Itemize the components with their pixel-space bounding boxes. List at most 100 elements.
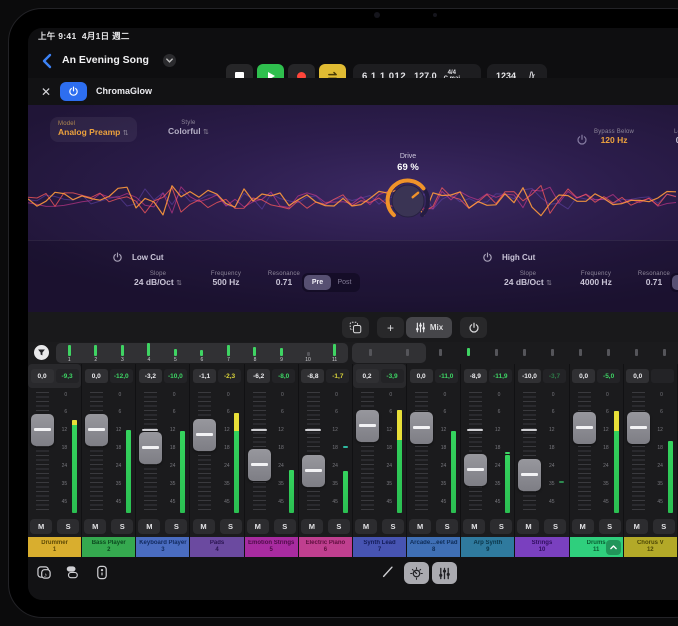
high-cut-pre-button[interactable]: Pre [672, 275, 678, 290]
track-name-tile[interactable]: Electric Piano6 [299, 537, 352, 557]
volume-value[interactable]: -8,8 [301, 369, 324, 383]
model-selector[interactable]: Model Analog Preamp ⇅ [50, 117, 137, 142]
volume-value[interactable]: -10,0 [518, 369, 541, 383]
volume-fader[interactable] [627, 412, 650, 444]
mute-button[interactable]: M [626, 519, 648, 534]
io-connector-button[interactable] [94, 564, 110, 580]
mute-button[interactable]: M [355, 519, 377, 534]
low-cut-frequency[interactable]: Frequency 500 Hz [198, 271, 254, 287]
low-cut-power-icon[interactable] [112, 252, 123, 263]
mute-button[interactable]: M [517, 519, 539, 534]
high-cut-slope[interactable]: Slope 24 dB/Oct ⇅ [498, 271, 558, 287]
solo-button[interactable]: S [544, 519, 566, 534]
volume-fader[interactable] [464, 454, 487, 486]
filter-tracks-button[interactable] [34, 345, 49, 360]
track-name-tile[interactable]: Arcade…eet Pad8 [407, 537, 460, 557]
plugin-close-button[interactable]: ✕ [38, 84, 54, 100]
volume-fader[interactable] [193, 419, 216, 451]
bypass-power-icon[interactable] [576, 134, 588, 146]
add-track-button[interactable]: + [377, 317, 404, 338]
back-icon[interactable] [40, 53, 54, 69]
fader-ruler [415, 392, 428, 511]
mute-solo-row: MS [624, 516, 677, 537]
volume-value[interactable]: 0,0 [410, 369, 433, 383]
volume-value[interactable]: 0,0 [572, 369, 595, 383]
track-name-tile[interactable]: Bass Player2 [82, 537, 135, 557]
high-cut-power-icon[interactable] [482, 252, 493, 263]
volume-fader[interactable] [356, 410, 379, 442]
song-title[interactable]: An Evening Song [62, 54, 149, 66]
track-name-tile[interactable]: Emotion Strings5 [245, 537, 298, 557]
volume-fader[interactable] [518, 459, 541, 491]
mute-button[interactable]: M [301, 519, 323, 534]
low-cut-post-button[interactable]: Post [331, 275, 358, 290]
volume-fader[interactable] [410, 412, 433, 444]
track-name-tile[interactable]: Drums11 [570, 537, 623, 557]
solo-button[interactable]: S [220, 519, 242, 534]
bypass-below-control[interactable]: Bypass Below 120 Hz [594, 129, 634, 145]
db-scale-label: 35 [163, 481, 175, 487]
solo-button[interactable]: S [274, 519, 296, 534]
volume-value[interactable]: -8,9 [464, 369, 487, 383]
solo-button[interactable]: S [653, 519, 675, 534]
mute-button[interactable]: M [30, 519, 52, 534]
mixer-power-button[interactable] [460, 317, 487, 338]
mute-button[interactable]: M [409, 519, 431, 534]
volume-fader[interactable] [573, 412, 596, 444]
mute-button[interactable]: M [84, 519, 106, 534]
track-name-tile[interactable]: Pads4 [190, 537, 243, 557]
high-cut-title: High Cut [502, 253, 535, 262]
volume-value[interactable]: 0,0 [85, 369, 108, 383]
volume-fader[interactable] [248, 449, 271, 481]
drive-knob[interactable] [385, 178, 431, 224]
mix-view-button[interactable]: Mix [406, 317, 452, 338]
volume-fader[interactable] [31, 414, 54, 446]
track-name-tile[interactable]: Strings10 [515, 537, 568, 557]
volume-fader[interactable] [139, 432, 162, 464]
solo-button[interactable]: S [57, 519, 79, 534]
controls-view-button[interactable] [404, 562, 429, 584]
track-name-tile[interactable]: Arp Synth9 [461, 537, 514, 557]
mute-button[interactable]: M [247, 519, 269, 534]
solo-button[interactable]: S [111, 519, 133, 534]
track-name-tile[interactable]: Drummer1 [28, 537, 81, 557]
volume-value[interactable]: -3,2 [139, 369, 162, 383]
loop-browser-button[interactable]: ♪ [36, 564, 52, 580]
low-cut-slope[interactable]: Slope 24 dB/Oct ⇅ [128, 271, 188, 287]
solo-button[interactable]: S [328, 519, 350, 534]
solo-button[interactable]: S [599, 519, 621, 534]
plugins-browser-button[interactable] [64, 564, 80, 580]
overview-window-2[interactable] [352, 343, 426, 363]
song-menu-chevron[interactable] [163, 54, 176, 67]
mixer-strip: 0,0-12,0061218243545MSBass Player2 [82, 364, 136, 557]
mute-button[interactable]: M [138, 519, 160, 534]
solo-button[interactable]: S [436, 519, 458, 534]
track-name-tile[interactable]: Keyboard Player3 [136, 537, 189, 557]
overview-window[interactable]: 1234567891011 [56, 343, 348, 363]
mute-button[interactable]: M [463, 519, 485, 534]
level-control[interactable]: Level 0.0 [674, 129, 678, 145]
solo-button[interactable]: S [165, 519, 187, 534]
volume-value[interactable]: -1,1 [193, 369, 216, 383]
volume-value[interactable]: 0,0 [31, 369, 54, 383]
volume-value[interactable]: 0,2 [356, 369, 379, 383]
expand-track-button[interactable] [606, 540, 621, 555]
volume-value[interactable]: 0,0 [626, 369, 649, 383]
faders-view-button[interactable] [432, 562, 457, 584]
volume-fader[interactable] [302, 455, 325, 487]
track-name-tile[interactable]: Chorus V12 [624, 537, 677, 557]
zero-db-tick [521, 429, 537, 431]
duplicate-button[interactable] [342, 317, 369, 338]
track-name-tile[interactable]: Synth Lead7 [353, 537, 406, 557]
high-cut-frequency[interactable]: Frequency 4000 Hz [568, 271, 624, 287]
plugin-power-button[interactable] [60, 82, 87, 101]
edit-pencil-button[interactable] [380, 564, 396, 580]
solo-button[interactable]: S [382, 519, 404, 534]
mute-button[interactable]: M [193, 519, 215, 534]
volume-fader[interactable] [85, 414, 108, 446]
low-cut-pre-button[interactable]: Pre [304, 275, 331, 290]
mute-button[interactable]: M [572, 519, 594, 534]
volume-value[interactable]: -6,2 [247, 369, 270, 383]
style-selector[interactable]: Style Colorful ⇅ [168, 120, 209, 136]
solo-button[interactable]: S [490, 519, 512, 534]
